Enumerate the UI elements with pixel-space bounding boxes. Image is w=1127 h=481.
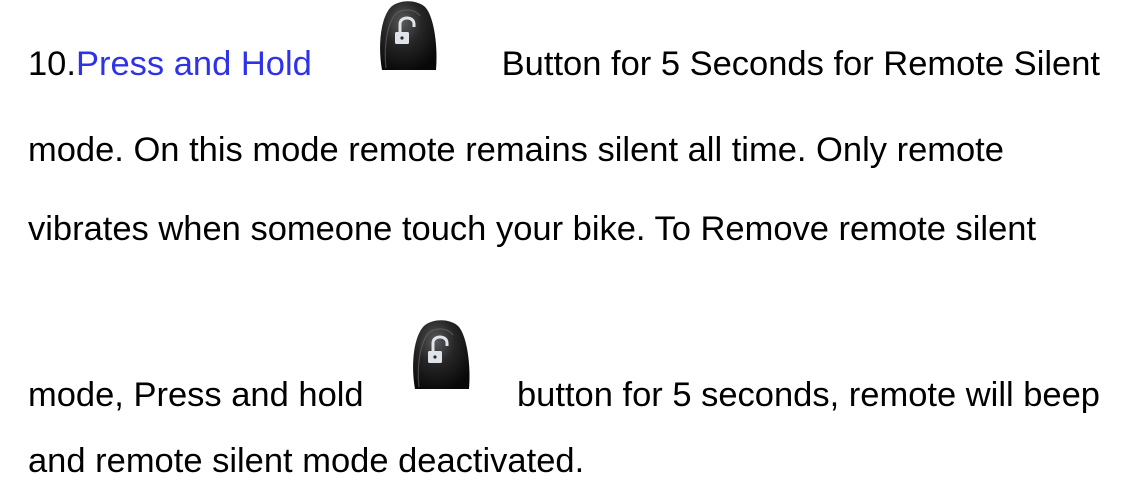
press-and-hold-link[interactable]: Press and Hold — [76, 45, 312, 83]
paragraph-line-1: 10.Press and Hold Button for 5 Seconds f… — [28, 44, 1100, 84]
unlock-remote-button-icon — [374, 0, 440, 70]
step-number: 10. — [28, 45, 76, 83]
paragraph-line-4: mode, Press and hold button for 5 second… — [28, 375, 1100, 415]
line-4-text-end: button for 5 seconds, remote will beep — [517, 376, 1100, 414]
paragraph-line-2: mode. On this mode remote remains silent… — [28, 131, 1004, 169]
line-1-text: Button for 5 Seconds for Remote Silent — [501, 45, 1100, 83]
paragraph-line-5: and remote silent mode deactivated. — [28, 442, 585, 480]
paragraph-line-3: vibrates when someone touch your bike. T… — [28, 210, 1037, 248]
line-4-text-start: mode, Press and hold — [28, 376, 364, 414]
unlock-remote-button-icon — [407, 317, 473, 389]
